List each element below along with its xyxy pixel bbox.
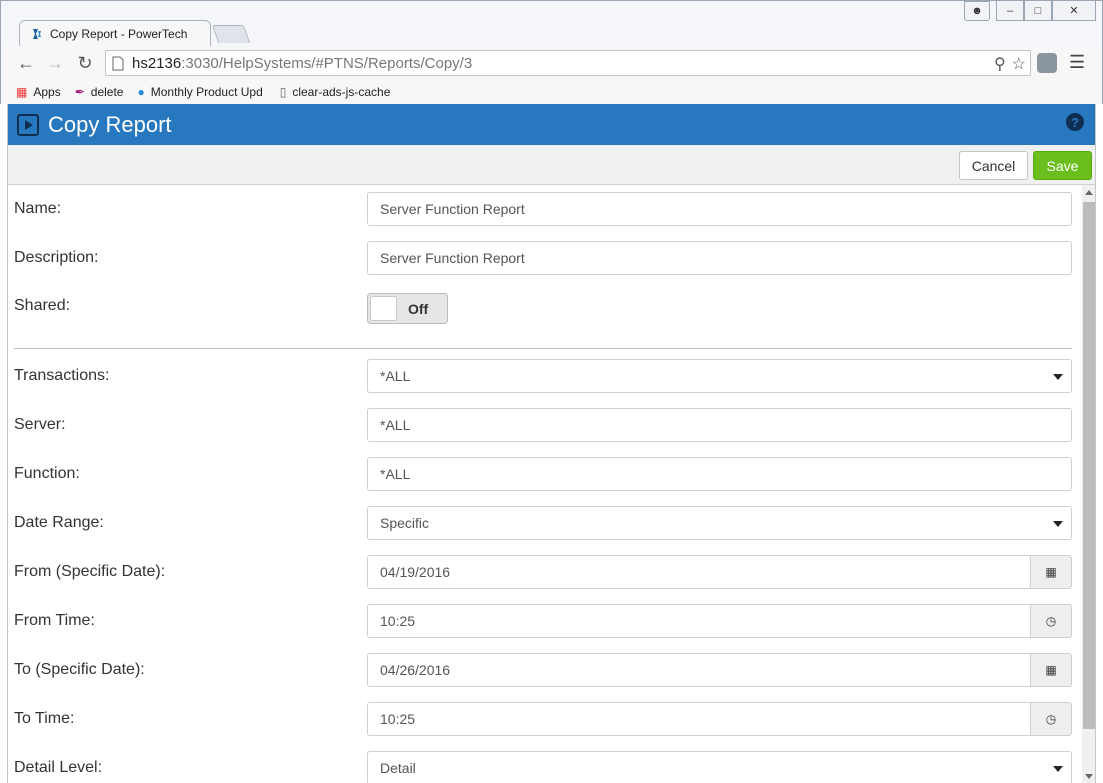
description-row: Description: Server Function Report — [8, 241, 1080, 275]
bookmark-star-icon[interactable]: ☆ — [1012, 54, 1026, 74]
toggle-state-label: Off — [408, 301, 429, 317]
transactions-label: Transactions: — [14, 367, 110, 384]
date-range-row: Date Range: Specific — [8, 506, 1080, 540]
to-date-label: To (Specific Date): — [14, 661, 145, 678]
detail-level-select[interactable]: Detail — [367, 751, 1072, 783]
name-input[interactable]: Server Function Report — [367, 192, 1072, 226]
to-time-input[interactable]: 10:25 — [367, 702, 1031, 736]
detail-level-value: Detail — [380, 760, 416, 776]
globe-icon: ● — [137, 85, 145, 99]
date-range-value: Specific — [380, 515, 430, 531]
new-tab-button[interactable] — [211, 25, 251, 43]
shared-row: Shared: Off — [8, 293, 1080, 327]
powertech-favicon-icon — [33, 29, 41, 39]
from-time-input[interactable]: 10:25 — [367, 604, 1031, 638]
address-bar[interactable]: hs2136:3030/HelpSystems/#PTNS/Reports/Co… — [105, 50, 1031, 76]
transactions-select[interactable]: *ALL — [367, 359, 1072, 393]
name-label: Name: — [14, 200, 62, 217]
apps-grid-icon: ▦ — [16, 85, 28, 99]
bookmark-delete[interactable]: ✒ delete — [75, 85, 124, 99]
date-range-label: Date Range: — [14, 514, 104, 531]
bookmark-monthly-product[interactable]: ● Monthly Product Upd — [137, 85, 265, 99]
page-icon — [112, 56, 124, 70]
cancel-button[interactable]: Cancel — [959, 151, 1028, 180]
clock-icon[interactable]: ◷ — [1030, 702, 1072, 736]
page-header: Copy Report ? — [8, 104, 1095, 145]
from-date-label: From (Specific Date): — [14, 563, 166, 580]
transactions-row: Transactions: *ALL — [8, 359, 1080, 393]
from-time-label: From Time: — [14, 612, 95, 629]
extension-icon[interactable] — [1037, 53, 1057, 73]
calendar-icon[interactable]: ▦ — [1030, 653, 1072, 687]
transactions-value: *ALL — [380, 368, 411, 384]
bookmarks-bar: ▦ Apps ✒ delete ● Monthly Product Upd ▯ … — [0, 80, 1103, 104]
bookmark-label: Apps — [33, 85, 61, 99]
description-label: Description: — [14, 249, 99, 266]
function-row: Function: *ALL — [8, 457, 1080, 491]
action-bar: Cancel Save — [8, 145, 1095, 185]
key-icon[interactable]: ⚲ — [994, 54, 1006, 74]
user-profile-icon[interactable]: ☻ — [964, 1, 990, 21]
copy-report-form: Name: Server Function Report Description… — [8, 185, 1080, 783]
detail-level-row: Detail Level: Detail — [8, 751, 1080, 783]
close-window-button[interactable]: ✕ — [1052, 1, 1096, 21]
browser-menu-icon[interactable]: ☰ — [1069, 52, 1085, 73]
feather-icon: ✒ — [74, 85, 85, 99]
maximize-button[interactable]: □ — [1024, 1, 1052, 21]
caret-down-icon — [1053, 766, 1063, 772]
detail-level-label: Detail Level: — [14, 759, 103, 776]
save-button[interactable]: Save — [1033, 151, 1092, 180]
function-input[interactable]: *ALL — [367, 457, 1072, 491]
page-title: Copy Report — [48, 111, 172, 137]
browser-titlebar: Copy Report - PowerTech ☻ – □ ✕ — [0, 0, 1103, 47]
bookmark-label: clear-ads-js-cache — [292, 85, 391, 99]
bookmark-label: delete — [90, 85, 124, 99]
description-input[interactable]: Server Function Report — [367, 241, 1072, 275]
scroll-down-arrow-icon[interactable] — [1085, 774, 1093, 779]
server-label: Server: — [14, 416, 66, 433]
from-time-row: From Time: 10:25 ◷ — [8, 604, 1080, 638]
section-divider — [14, 348, 1072, 349]
browser-tab[interactable]: Copy Report - PowerTech — [19, 20, 211, 47]
scroll-up-arrow-icon[interactable] — [1085, 190, 1093, 195]
minimize-button[interactable]: – — [996, 1, 1024, 21]
server-input[interactable]: *ALL — [367, 408, 1072, 442]
bookmark-apps[interactable]: ▦ Apps — [16, 85, 61, 99]
toggle-knob — [370, 296, 397, 321]
caret-down-icon — [1053, 521, 1063, 527]
caret-down-icon — [1053, 374, 1063, 380]
bookmark-label: Monthly Product Upd — [150, 85, 263, 99]
forward-arrow-icon[interactable]: → — [44, 52, 66, 74]
to-date-input[interactable]: 04/26/2016 — [367, 653, 1031, 687]
document-icon: ▯ — [279, 85, 287, 99]
clock-icon[interactable]: ◷ — [1030, 604, 1072, 638]
url-host: hs2136 — [132, 54, 182, 72]
help-icon[interactable]: ? — [1066, 113, 1084, 131]
from-date-input[interactable]: 04/19/2016 — [367, 555, 1031, 589]
app-window: Copy Report ? Cancel Save Name: Server F… — [7, 104, 1096, 783]
shared-toggle[interactable]: Off — [367, 293, 448, 324]
shared-label: Shared: — [14, 297, 71, 314]
play-report-icon — [17, 113, 39, 136]
date-range-select[interactable]: Specific — [367, 506, 1072, 540]
function-label: Function: — [14, 465, 80, 482]
to-time-label: To Time: — [14, 710, 75, 727]
back-arrow-icon[interactable]: ← — [15, 52, 37, 74]
from-date-row: From (Specific Date): 04/19/2016 ▦ — [8, 555, 1080, 589]
tab-title: Copy Report - PowerTech — [50, 27, 188, 41]
to-date-row: To (Specific Date): 04/26/2016 ▦ — [8, 653, 1080, 687]
name-row: Name: Server Function Report — [8, 192, 1080, 226]
to-time-row: To Time: 10:25 ◷ — [8, 702, 1080, 736]
calendar-icon[interactable]: ▦ — [1030, 555, 1072, 589]
form-scrollbar[interactable] — [1082, 185, 1095, 783]
browser-toolbar: ← → ↻ hs2136:3030/HelpSystems/#PTNS/Repo… — [0, 46, 1103, 80]
url-path: :3030/HelpSystems/#PTNS/Reports/Copy/3 — [181, 54, 473, 72]
scrollbar-thumb[interactable] — [1083, 202, 1095, 729]
bookmark-clear-ads[interactable]: ▯ clear-ads-js-cache — [280, 85, 391, 99]
reload-icon[interactable]: ↻ — [74, 52, 96, 74]
server-row: Server: *ALL — [8, 408, 1080, 442]
